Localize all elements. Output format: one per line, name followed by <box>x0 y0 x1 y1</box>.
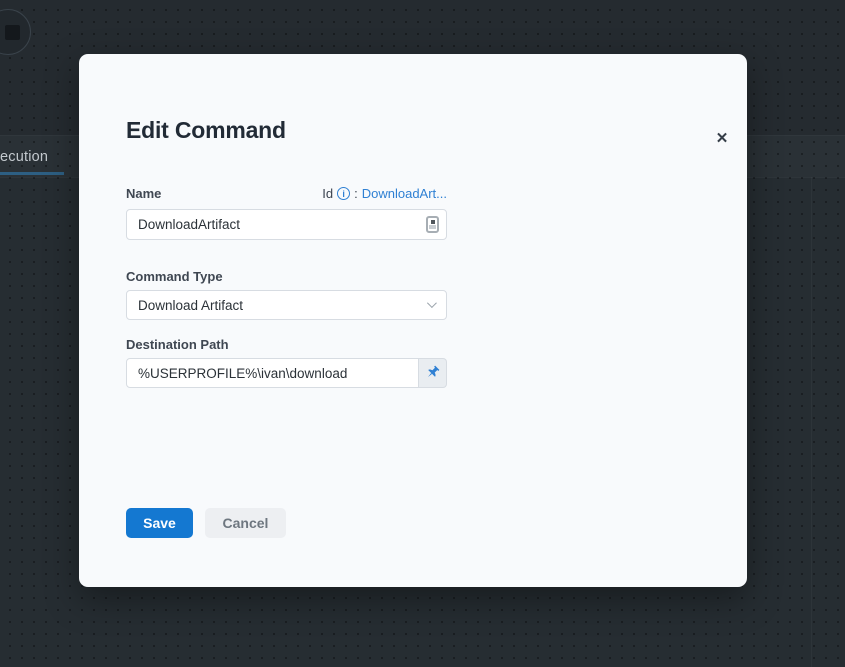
name-input[interactable] <box>126 209 447 240</box>
info-icon[interactable]: i <box>337 187 350 200</box>
command-id-link[interactable]: DownloadArt... <box>362 186 447 201</box>
stop-square-icon <box>5 25 20 40</box>
save-button[interactable]: Save <box>126 508 193 538</box>
destination-path-group <box>126 358 447 388</box>
name-label: Name <box>126 186 161 201</box>
id-separator: : <box>354 186 358 201</box>
name-label-row: Name Id i : DownloadArt... <box>126 186 447 201</box>
active-tab-underline <box>0 172 64 175</box>
dialog-buttons-row: Save Cancel <box>126 508 447 538</box>
dialog-title: Edit Command <box>126 117 286 144</box>
id-label: Id <box>322 186 333 201</box>
autofill-icon[interactable] <box>426 216 439 233</box>
command-type-label: Command Type <box>126 269 447 284</box>
command-id-row: Id i : DownloadArt... <box>322 186 447 201</box>
edit-command-dialog: ✕ Edit Command Name Id i : DownloadArt..… <box>79 54 747 587</box>
command-type-select[interactable]: Download Artifact <box>126 290 447 320</box>
name-input-wrap <box>126 209 447 240</box>
pin-icon <box>425 365 441 381</box>
command-type-select-wrap: Download Artifact <box>126 290 447 320</box>
close-icon[interactable]: ✕ <box>711 127 733 149</box>
destination-path-input[interactable] <box>126 358 419 388</box>
autofill-icon-body <box>429 225 436 229</box>
autofill-icon-head <box>431 220 435 224</box>
tab-execution[interactable]: ecution <box>0 149 48 165</box>
pin-button[interactable] <box>419 358 447 388</box>
background-panel-divider <box>811 177 812 667</box>
destination-path-label: Destination Path <box>126 337 447 352</box>
cancel-button[interactable]: Cancel <box>205 508 286 538</box>
